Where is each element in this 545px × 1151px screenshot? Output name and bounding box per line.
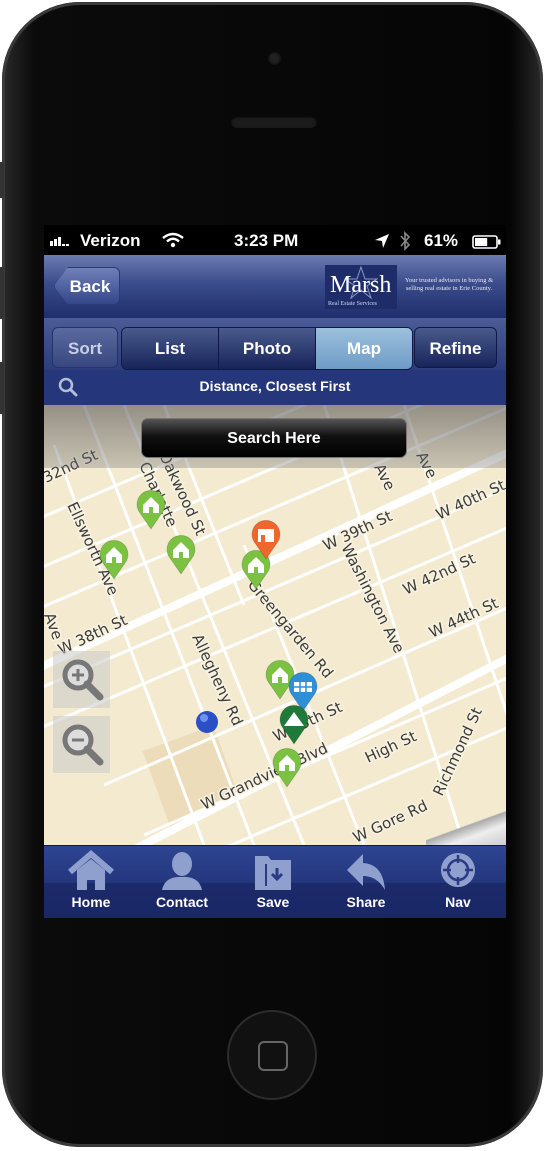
home-icon — [68, 850, 114, 890]
street-label: Ave — [44, 610, 67, 642]
page-curl-button[interactable] — [426, 805, 506, 845]
map-search-overlay: Search Here — [44, 405, 506, 468]
street-label: Richmond St — [429, 705, 486, 799]
bottom-tab-bar: Home Contact Save Share Nav — [44, 845, 506, 918]
brand-tagline: Your trusted advisors in buying & sellin… — [404, 277, 494, 292]
refine-button[interactable]: Refine — [414, 327, 497, 368]
earpiece-speaker — [231, 116, 317, 128]
back-button[interactable]: Back — [54, 267, 120, 305]
tab-nav[interactable]: Nav — [418, 850, 498, 910]
bluetooth-icon — [399, 231, 411, 256]
mute-switch — [0, 162, 4, 198]
tab-nav-label: Nav — [445, 894, 471, 910]
street-labels: 32nd StEllsworth AveCharlotteOakwood StW… — [44, 444, 506, 845]
clock: 3:23 PM — [234, 231, 299, 250]
zoom-out-button[interactable] — [53, 716, 110, 773]
zoom-in-icon — [62, 659, 104, 701]
tab-contact-label: Contact — [155, 894, 209, 910]
volume-down-button — [0, 362, 4, 414]
front-camera — [268, 52, 281, 65]
home-pin[interactable] — [265, 659, 295, 700]
tab-save-label: Save — [256, 894, 290, 910]
crosshair-icon — [441, 853, 475, 887]
battery-icon — [472, 234, 502, 254]
folder-save-icon — [255, 856, 291, 890]
sort-order-label: Distance, Closest First — [199, 378, 351, 394]
tab-share[interactable]: Share — [326, 850, 406, 910]
zoom-out-icon — [62, 724, 104, 766]
tab-home[interactable]: Home — [51, 850, 131, 910]
view-toolbar: Sort List Photo Map Refine — [44, 318, 506, 370]
wifi-icon — [162, 232, 184, 253]
street-label: W Gore Rd — [350, 796, 430, 845]
tab-map[interactable]: Map — [316, 328, 412, 369]
street-label: W 44th St — [426, 594, 501, 642]
signal-icon — [50, 231, 78, 251]
map-canvas[interactable]: 32nd StEllsworth AveCharlotteOakwood StW… — [44, 405, 506, 845]
battery-percent: 61% — [424, 231, 459, 250]
location-arrow-icon — [374, 233, 390, 254]
person-icon — [162, 852, 202, 890]
zoom-in-button[interactable] — [53, 651, 110, 708]
share-arrow-icon — [347, 854, 385, 890]
screen: Verizon 3:23 PM 61% Back Marsh Real Esta… — [44, 225, 506, 918]
tab-home-label: Home — [71, 894, 111, 910]
volume-up-button — [0, 267, 4, 319]
view-segmented-control: List Photo Map — [121, 327, 413, 370]
tab-save[interactable]: Save — [233, 850, 313, 910]
tab-share-label: Share — [346, 894, 386, 910]
home-hardware-button[interactable] — [227, 1010, 317, 1100]
map-view[interactable]: 32nd StEllsworth AveCharlotteOakwood StW… — [44, 405, 506, 845]
navigation-bar: Back Marsh Real Estate Services Your tru… — [44, 255, 506, 319]
street-label: High St — [362, 727, 419, 766]
sort-order-bar[interactable]: Distance, Closest First — [44, 370, 506, 405]
search-here-button[interactable]: Search Here — [141, 418, 407, 458]
tab-list[interactable]: List — [122, 328, 219, 369]
tab-contact[interactable]: Contact — [142, 850, 222, 910]
carrier: Verizon — [80, 231, 141, 250]
brand-logo: Marsh Real Estate Services Your trusted … — [325, 263, 497, 311]
tab-photo[interactable]: Photo — [219, 328, 316, 369]
sort-button[interactable]: Sort — [52, 327, 118, 368]
current-location-dot[interactable] — [196, 711, 218, 733]
status-bar: Verizon 3:23 PM 61% — [44, 225, 506, 257]
